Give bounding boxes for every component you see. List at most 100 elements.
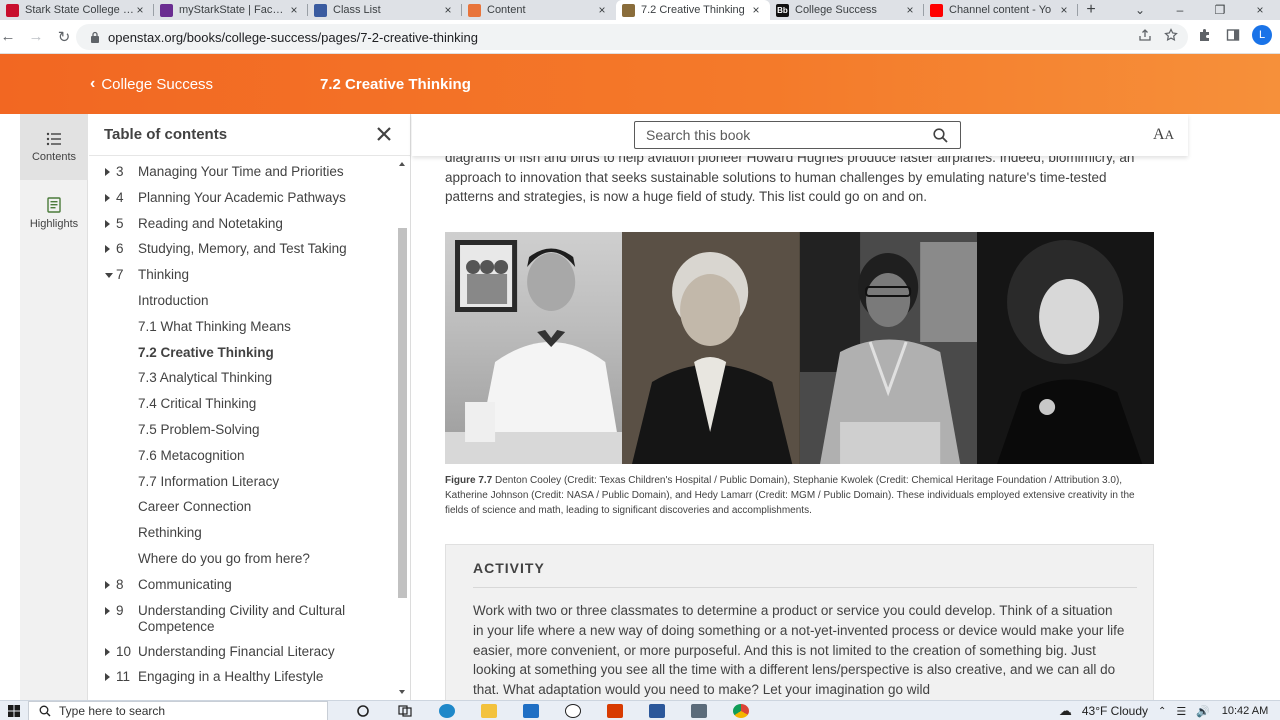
caret-right-icon[interactable] xyxy=(105,647,110,656)
caret-right-icon[interactable] xyxy=(105,219,110,228)
caret-right-icon[interactable] xyxy=(105,673,110,682)
mail-icon[interactable] xyxy=(510,701,552,720)
tab-close-icon[interactable]: × xyxy=(134,3,146,17)
side-panel-icon[interactable] xyxy=(1224,26,1242,44)
browser-tab[interactable]: Content × xyxy=(462,0,616,20)
minimize-icon[interactable]: – xyxy=(1160,3,1200,17)
windows-start-icon[interactable] xyxy=(0,701,28,720)
tab-close-icon[interactable]: × xyxy=(442,3,454,17)
taskbar-clock[interactable]: 10:42 AM xyxy=(1220,705,1270,717)
browser-tab[interactable]: myStarkState | Faculty × xyxy=(154,0,308,20)
toc-scrollbar[interactable] xyxy=(397,158,408,700)
weather-text[interactable]: 43°F Cloudy xyxy=(1082,704,1148,718)
toc-item[interactable]: 6 Studying, Memory, and Test Taking xyxy=(89,241,395,267)
toc-item[interactable]: 7.4 Critical Thinking xyxy=(89,396,395,422)
toc-item[interactable]: 7.6 Metacognition xyxy=(89,448,395,474)
scroll-up-arrow-icon[interactable] xyxy=(399,162,405,166)
file-explorer-icon[interactable] xyxy=(468,701,510,720)
tab-close-icon[interactable]: × xyxy=(904,3,916,17)
calculator-icon[interactable] xyxy=(678,701,720,720)
book-content: diagrams of fish and birds to help aviat… xyxy=(412,114,1188,700)
left-rail: Contents Highlights xyxy=(20,114,88,700)
reload-icon[interactable]: ↻ xyxy=(50,23,78,51)
task-view-icon[interactable] xyxy=(384,701,426,720)
chrome-icon[interactable] xyxy=(720,701,762,720)
window-close-icon[interactable]: × xyxy=(1240,3,1280,17)
tab-close-icon[interactable]: × xyxy=(288,3,300,17)
taskbar-search-input[interactable]: Type here to search xyxy=(28,700,328,720)
share-icon[interactable] xyxy=(1138,28,1152,42)
toc-item[interactable]: 5 Reading and Notetaking xyxy=(89,216,395,242)
restore-icon[interactable]: ❐ xyxy=(1200,3,1240,17)
volume-icon[interactable]: 🔊 xyxy=(1196,705,1210,718)
toc-item[interactable]: 7 Thinking xyxy=(89,267,395,293)
forward-arrow-icon[interactable]: → xyxy=(22,23,50,51)
toc-item[interactable]: 8 Communicating xyxy=(89,577,395,603)
edge-icon[interactable] xyxy=(426,701,468,720)
close-icon[interactable] xyxy=(376,126,392,142)
tab-close-icon[interactable]: × xyxy=(1058,3,1070,17)
bookmark-star-icon[interactable] xyxy=(1164,28,1178,42)
browser-tab[interactable]: Bb College Success × xyxy=(770,0,924,20)
caret-right-icon[interactable] xyxy=(105,606,110,615)
toc-item-label: 7.2 Creative Thinking xyxy=(138,344,274,360)
weather-icon[interactable]: ☁ xyxy=(1059,703,1072,719)
text-size-icon[interactable]: AA xyxy=(1153,126,1174,144)
browser-tab[interactable]: Channel content - Yo × xyxy=(924,0,1078,20)
toc-item-label: Managing Your Time and Priorities xyxy=(138,164,344,179)
browser-tab[interactable]: Stark State College | c × xyxy=(0,0,154,20)
toc-item-label: Planning Your Academic Pathways xyxy=(138,189,346,205)
tab-close-icon[interactable]: × xyxy=(750,3,762,17)
taskbar-search-placeholder: Type here to search xyxy=(59,703,166,718)
toc-item[interactable]: 7.5 Problem-Solving xyxy=(89,422,395,448)
toc-item[interactable]: 7.3 Analytical Thinking xyxy=(89,370,395,396)
caret-right-icon[interactable] xyxy=(105,168,110,176)
toc-item[interactable]: 7.2 Creative Thinking xyxy=(89,345,395,371)
new-tab-button[interactable]: + xyxy=(1078,0,1104,20)
taskbar-apps xyxy=(342,701,762,720)
toc-item[interactable]: 7.1 What Thinking Means xyxy=(89,319,395,345)
toc-item[interactable]: 9 Understanding Civility and Cultural Com… xyxy=(89,603,395,644)
tab-close-icon[interactable]: × xyxy=(596,3,608,17)
browser-tab[interactable]: Class List × xyxy=(308,0,462,20)
toc-item[interactable]: Career Connection xyxy=(89,499,395,525)
cortana-icon[interactable] xyxy=(342,701,384,720)
toc-item-number: 10 xyxy=(116,643,132,659)
toc-item[interactable]: 4 Planning Your Academic Pathways xyxy=(89,190,395,216)
extensions-puzzle-icon[interactable] xyxy=(1196,26,1214,44)
toc-item[interactable]: 3 Managing Your Time and Priorities xyxy=(89,164,395,190)
dell-icon[interactable] xyxy=(552,701,594,720)
rail-highlights-button[interactable]: Highlights xyxy=(20,180,88,246)
rail-contents-button[interactable]: Contents xyxy=(20,114,88,180)
toc-item[interactable]: Introduction xyxy=(89,293,395,319)
browser-tab[interactable]: 7.2 Creative Thinking × xyxy=(616,0,770,20)
caret-down-icon[interactable] xyxy=(105,273,113,279)
search-icon[interactable] xyxy=(933,128,948,143)
toc-item[interactable]: Rethinking xyxy=(89,525,395,551)
profile-avatar[interactable]: L xyxy=(1252,25,1272,45)
browser-tab-strip: Stark State College | c × myStarkState | F… xyxy=(0,0,1280,20)
office-icon[interactable] xyxy=(594,701,636,720)
book-title-link[interactable]: College Success xyxy=(101,76,213,93)
toc-item[interactable]: 10 Understanding Financial Literacy xyxy=(89,644,395,670)
search-input[interactable]: Search this book xyxy=(634,121,961,149)
tab-search-chevron-icon[interactable]: ⌄ xyxy=(1120,3,1160,17)
address-bar[interactable]: openstax.org/books/college-success/pages… xyxy=(76,24,1188,50)
caret-right-icon[interactable] xyxy=(105,580,110,589)
toc-item-number: 5 xyxy=(116,215,124,231)
tray-chevron-up-icon[interactable]: ⌃ xyxy=(1158,706,1166,717)
toc-item[interactable]: 7.7 Information Literacy xyxy=(89,474,395,500)
toc-item[interactable]: Where do you go from here? xyxy=(89,551,395,577)
toc-scroll-thumb[interactable] xyxy=(398,228,407,598)
caret-right-icon[interactable] xyxy=(105,245,110,254)
toc-item-label: Career Connection xyxy=(138,499,252,515)
book-back-link[interactable]: ‹ College Success xyxy=(90,75,213,93)
scroll-down-arrow-icon[interactable] xyxy=(399,690,405,694)
network-icon[interactable]: ☰ xyxy=(1176,705,1186,718)
word-icon[interactable] xyxy=(636,701,678,720)
toc-item[interactable]: 11 Engaging in a Healthy Lifestyle xyxy=(89,669,395,695)
toc-item-number: 3 xyxy=(116,164,124,179)
windows-taskbar: Type here to search ☁ 43°F Cloudy ⌃ ☰ 🔊 … xyxy=(0,700,1280,720)
back-arrow-icon[interactable]: ← xyxy=(0,23,22,51)
caret-right-icon[interactable] xyxy=(105,193,110,202)
